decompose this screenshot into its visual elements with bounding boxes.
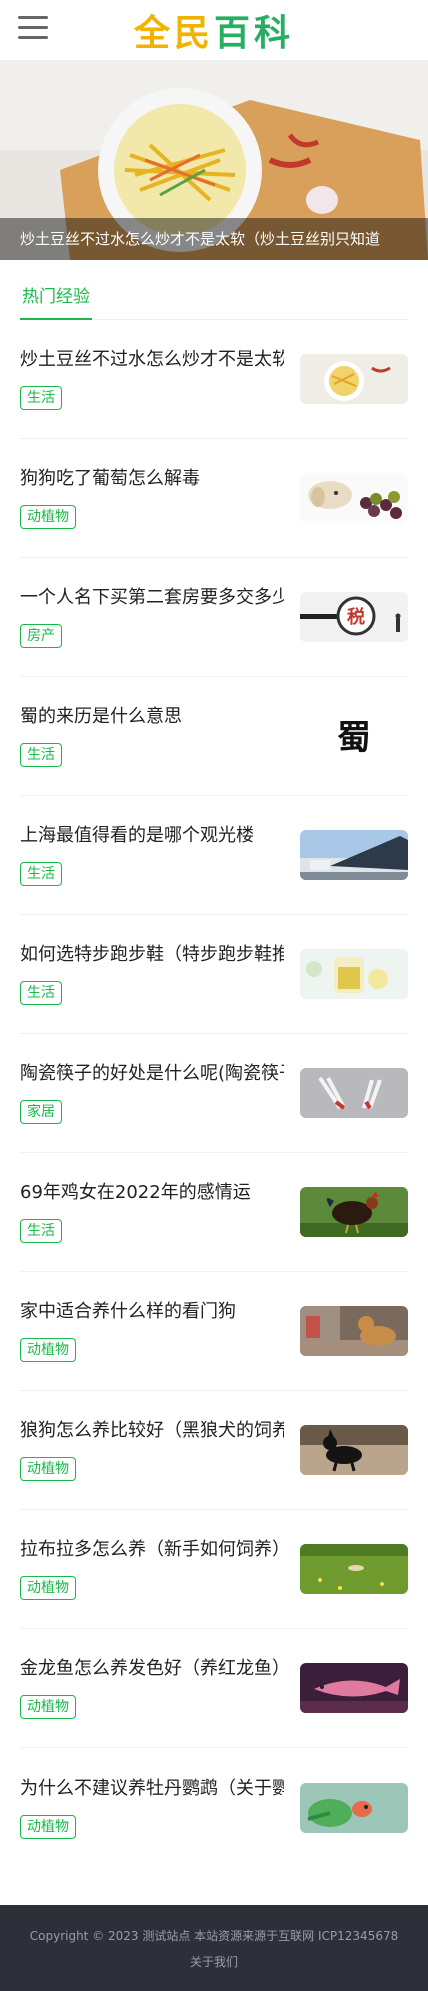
category-tag[interactable]: 动植物 (20, 1695, 76, 1719)
category-tag[interactable]: 家居 (20, 1100, 62, 1124)
article-title: 狗狗吃了葡萄怎么解毒 (20, 468, 200, 489)
site-logo[interactable]: 全民百科 (134, 4, 294, 56)
list-item[interactable]: 69年鸡女在2022年的感情运 生活 (20, 1153, 408, 1272)
article-thumbnail (300, 949, 408, 999)
article-title: 如何选特步跑步鞋（特步跑步鞋推荐） (20, 944, 284, 965)
article-thumbnail (300, 1187, 408, 1237)
article-thumbnail (300, 1663, 408, 1713)
article-list: 炒土豆丝不过水怎么炒才不是太软 生活 狗狗吃了葡萄怎么解毒 动植物 一个人名下买第二… (0, 320, 428, 1867)
list-item[interactable]: 拉布拉多怎么养（新手如何饲养） 动植物 (20, 1510, 408, 1629)
list-item[interactable]: 狗狗吃了葡萄怎么解毒 动植物 (20, 439, 408, 558)
article-title: 拉布拉多怎么养（新手如何饲养） (20, 1539, 284, 1560)
article-title: 炒土豆丝不过水怎么炒才不是太软 (20, 349, 284, 370)
list-item[interactable]: 为什么不建议养牡丹鹦鹉（关于鹦鹉） 动植物 (20, 1748, 408, 1867)
category-tag[interactable]: 动植物 (20, 1457, 76, 1481)
article-thumbnail (300, 830, 408, 880)
tab-hot-experience[interactable]: 热门经验 (20, 282, 92, 320)
article-thumbnail (300, 1782, 408, 1833)
copyright-text: Copyright © 2023 测试站点 本站资源来源于互联网 ICP1234… (29, 1929, 399, 1943)
list-item[interactable]: 上海最值得看的是哪个观光楼 生活 (20, 796, 408, 915)
list-item[interactable]: 如何选特步跑步鞋（特步跑步鞋推荐） 生活 (20, 915, 408, 1034)
article-thumbnail: 税 (300, 592, 408, 642)
list-item[interactable]: 家中适合养什么样的看门狗 动植物 (20, 1272, 408, 1391)
category-tag[interactable]: 生活 (20, 862, 62, 886)
article-thumbnail (300, 1425, 408, 1475)
article-thumbnail (300, 1544, 408, 1594)
list-item[interactable]: 狼狗怎么养比较好（黑狼犬的饲养） 动植物 (20, 1391, 408, 1510)
article-title: 为什么不建议养牡丹鹦鹉（关于鹦鹉） (20, 1777, 284, 1799)
logo-part2: 百科 (214, 13, 295, 54)
article-title: 陶瓷筷子的好处是什么呢(陶瓷筷子) (20, 1063, 284, 1084)
shu-glyph: 蜀 (337, 718, 371, 758)
article-thumbnail (300, 1068, 408, 1118)
article-thumbnail (300, 473, 408, 523)
article-title: 蜀的来历是什么意思 (20, 706, 182, 727)
article-title: 一个人名下买第二套房要多交多少税 (20, 587, 284, 608)
banner-caption: 炒土豆丝不过水怎么炒才不是太软（炒土豆丝别只知道 (0, 218, 428, 260)
list-item[interactable]: 一个人名下买第二套房要多交多少税 房产 税 (20, 558, 408, 677)
article-title: 金龙鱼怎么养发色好（养红龙鱼） (20, 1658, 284, 1679)
category-tag[interactable]: 生活 (20, 1219, 62, 1243)
logo-part1: 全民 (133, 13, 214, 54)
article-title: 家中适合养什么样的看门狗 (20, 1301, 236, 1322)
tax-glyph: 税 (347, 606, 365, 628)
article-thumbnail (300, 1306, 408, 1356)
article-title: 狼狗怎么养比较好（黑狼犬的饲养） (20, 1420, 284, 1441)
article-thumbnail: 蜀 (300, 711, 408, 761)
category-tag[interactable]: 动植物 (20, 505, 76, 529)
footer: Copyright © 2023 测试站点 本站资源来源于互联网 ICP1234… (0, 1905, 428, 1991)
header: 全民百科 (0, 0, 428, 60)
article-title: 69年鸡女在2022年的感情运 (20, 1182, 251, 1203)
category-tag[interactable]: 动植物 (20, 1338, 76, 1362)
category-tag[interactable]: 房产 (20, 624, 62, 648)
banner-slide[interactable]: 炒土豆丝不过水怎么炒才不是太软（炒土豆丝别只知道 (0, 60, 428, 260)
list-item[interactable]: 蜀的来历是什么意思 生活 蜀 (20, 677, 408, 796)
category-tag[interactable]: 生活 (20, 981, 62, 1005)
list-item[interactable]: 陶瓷筷子的好处是什么呢(陶瓷筷子) 家居 (20, 1034, 408, 1153)
category-tag[interactable]: 动植物 (20, 1814, 76, 1839)
category-tag[interactable]: 动植物 (20, 1576, 76, 1600)
category-tag[interactable]: 生活 (20, 743, 62, 767)
category-tag[interactable]: 生活 (20, 386, 62, 410)
about-us-link[interactable]: 关于我们 (190, 1955, 238, 1969)
list-item[interactable]: 金龙鱼怎么养发色好（养红龙鱼） 动植物 (20, 1629, 408, 1748)
list-item[interactable]: 炒土豆丝不过水怎么炒才不是太软 生活 (20, 320, 408, 439)
menu-icon[interactable] (18, 16, 48, 42)
article-title: 上海最值得看的是哪个观光楼 (20, 825, 254, 846)
article-thumbnail (300, 354, 408, 404)
tab-bar: 热门经验 (20, 282, 408, 320)
